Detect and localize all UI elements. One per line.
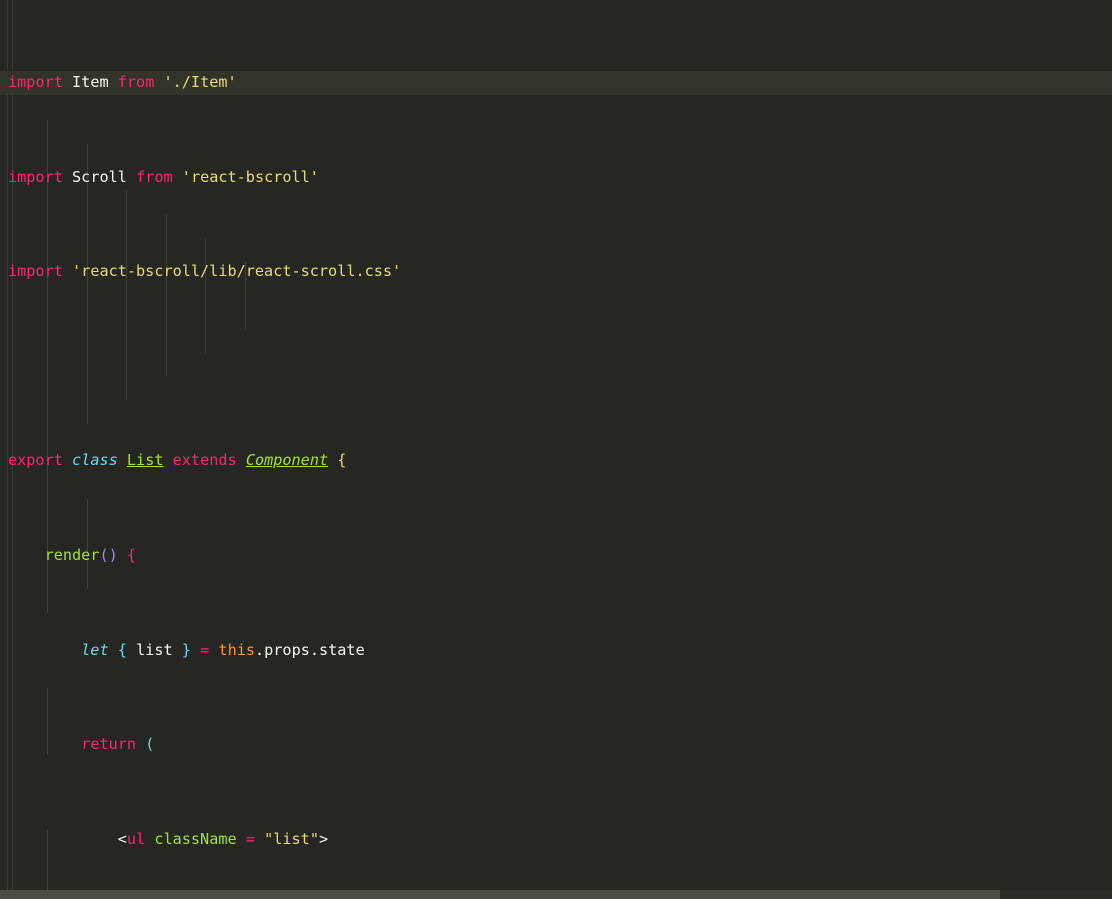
token-identifier: Item [72,72,109,91]
token-this: this [218,640,255,659]
token-jsx-tag: ul [126,829,146,848]
token-operator: = [200,640,210,659]
token-operator: = [245,829,255,848]
code-content[interactable]: import Item from './Item' import Scroll … [0,0,1112,899]
token-keyword: return [81,735,137,754]
token-brace: { [337,451,347,470]
token-string: "list" [264,829,319,848]
code-line-5[interactable]: export class List extends Component { [0,449,1112,473]
code-line-7[interactable]: let { list } = this.props.state [0,639,1112,663]
token-method-name: render [44,546,100,565]
token-keyword: from [136,167,173,186]
token-paren: () [99,546,118,565]
horizontal-scrollbar-thumb[interactable] [0,890,1000,899]
code-line-3[interactable]: import 'react-bscroll/lib/react-scroll.c… [0,260,1112,284]
token-paren: ( [145,735,155,754]
token-jsx-attribute: className [154,829,237,848]
code-line-9[interactable]: <ul className = "list"> [0,828,1112,852]
token-keyword: export [8,451,63,470]
token-brace: } [181,640,191,659]
token-keyword: let [81,640,109,659]
code-editor[interactable]: import Item from './Item' import Scroll … [0,0,1112,899]
token-brace: { [126,546,137,565]
code-line-2[interactable]: import Scroll from 'react-bscroll' [0,166,1112,190]
token-identifier: Scroll [72,167,127,186]
code-line-6[interactable]: render() { [0,544,1112,568]
token-identifier: list [136,640,173,659]
token-keyword: class [72,451,118,470]
token-keyword: import [8,262,63,281]
horizontal-scrollbar[interactable] [0,890,1112,899]
token-string: './Item' [163,72,237,91]
token-string: 'react-bscroll/lib/react-scroll.css' [72,262,402,281]
code-line-1[interactable]: import Item from './Item' [0,70,1112,95]
token-keyword: from [117,72,155,91]
token-brace: { [117,640,127,659]
token-class-name: List [126,451,164,470]
token-angle: < [117,829,127,848]
token-property: .props.state [255,640,365,659]
token-keyword: import [8,167,63,186]
code-line-8[interactable]: return ( [0,733,1112,757]
token-base-class: Component [245,451,329,470]
token-keyword: import [8,72,63,91]
token-keyword: extends [172,451,237,470]
code-line-4[interactable] [0,355,1112,379]
token-angle: > [318,829,329,848]
token-string: 'react-bscroll' [181,167,319,186]
